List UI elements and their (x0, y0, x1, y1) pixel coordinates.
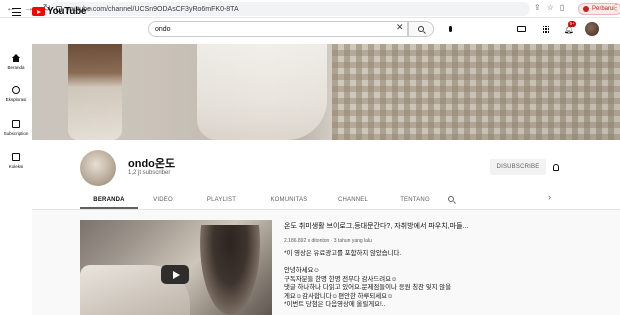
guide-item-subscriptions[interactable]: Subscription (0, 120, 32, 136)
play-icon (172, 270, 180, 279)
search-icon (418, 26, 424, 32)
search-button[interactable] (408, 21, 434, 37)
description-line: *이 영상은 유료광고를 포함하지 않았습니다. (284, 250, 402, 257)
guide-label: Subscription (3, 131, 29, 136)
description-line: *이번트 당첨은 다음영상에 올릴게요!.. (284, 301, 386, 308)
youtube-play-icon (32, 7, 45, 16)
library-icon (12, 153, 20, 161)
tab-komunitas[interactable]: KOMUNITAS (255, 191, 323, 209)
description-line: 댓글 하나하나 다읽고 있어요.문제점들이나 응원 칭찬 잊지 않을 (284, 284, 452, 291)
subscriber-count: 1,2 jt subscriber (128, 170, 171, 176)
home-icon (12, 54, 20, 62)
search-icon (448, 196, 454, 202)
tab-channel[interactable]: CHANNEL (323, 191, 383, 209)
channel-search-button[interactable] (445, 193, 457, 205)
sidepanel-icon[interactable]: ▯ (560, 3, 564, 12)
search-value: ondo (155, 25, 171, 33)
channel-avatar[interactable] (80, 150, 116, 186)
logo-text: YouTube (47, 6, 87, 17)
description-line: 구독자분들 한명 한명 전부다 감사드려요☺ (284, 275, 398, 283)
apps-icon[interactable] (540, 23, 552, 35)
voice-search-icon[interactable] (444, 23, 456, 35)
clear-search-icon[interactable]: ✕ (396, 22, 404, 33)
guide-label: Koleksi (8, 164, 24, 169)
account-avatar[interactable] (585, 22, 599, 36)
channel-banner (32, 44, 620, 140)
featured-video-meta: 2.186.892 x ditonton · 3 tahun yang lalu (284, 238, 372, 244)
guide-item-explore[interactable]: Eksplorasi (0, 86, 32, 102)
browser-menu-icon[interactable]: ⋮ (612, 3, 620, 12)
bookmark-star-icon[interactable]: ☆ (547, 3, 554, 12)
guide-label: Eksplorasi (5, 97, 27, 102)
create-video-icon[interactable] (515, 23, 527, 35)
browser-actions: ⇪ ☆ ▯ (534, 3, 564, 12)
divider (32, 209, 620, 210)
logo-country: ID (88, 6, 93, 11)
profile-dot-icon (583, 6, 589, 12)
notification-count-badge: 9+ (568, 21, 577, 27)
play-button[interactable] (161, 265, 189, 284)
channel-name: ondo온도 (128, 158, 176, 170)
description-line: 안녕하세요☺ (284, 267, 320, 274)
tab-beranda[interactable]: BERANDA (80, 191, 138, 209)
tab-playlist[interactable]: PLAYLIST (188, 191, 255, 209)
guide-label: Beranda (7, 65, 25, 70)
channel-notification-bell-icon[interactable] (550, 160, 562, 174)
description-line: 게요☺감사합니다☺편안한 하루되세요☺ (284, 292, 394, 300)
subscribed-button[interactable]: DISUBSCRIBE (490, 159, 546, 175)
explore-icon (12, 86, 20, 94)
channel-tabs: BERANDA VIDEO PLAYLIST KOMUNITAS CHANNEL… (80, 191, 560, 209)
guide-item-home[interactable]: Beranda (0, 54, 32, 70)
share-icon[interactable]: ⇪ (534, 3, 541, 12)
tabs-next-chevron-icon[interactable]: › (548, 192, 551, 202)
address-bar[interactable]: youtube.com/channel/UCSn9ODAsCF3yRo6mFK0… (50, 2, 530, 16)
tab-video[interactable]: VIDEO (138, 191, 188, 209)
youtube-logo[interactable]: YouTube ID (32, 6, 92, 17)
tab-tentang[interactable]: TENTANG (383, 191, 447, 209)
menu-icon[interactable] (12, 8, 21, 16)
guide-item-library[interactable]: Koleksi (0, 153, 32, 169)
subscriptions-icon (12, 120, 20, 128)
search-input[interactable]: ondo (148, 21, 408, 37)
featured-video-title[interactable]: 온도 취미생활 브이로그,등대문간다?, 자취방에서 파우치,마들... (284, 221, 468, 231)
